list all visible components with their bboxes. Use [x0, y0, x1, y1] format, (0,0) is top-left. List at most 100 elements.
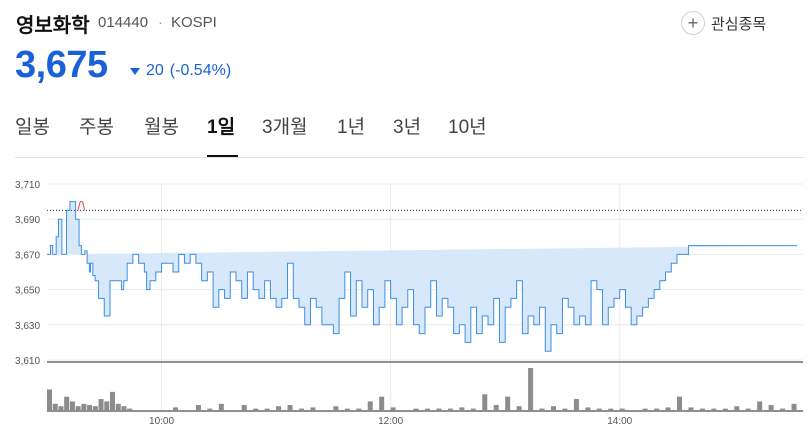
- price-line-up: [77, 201, 86, 211]
- volume-bar: [482, 394, 488, 411]
- volume-bar: [608, 408, 614, 411]
- volume-bar: [344, 408, 350, 411]
- tab-monthly[interactable]: 월봉: [144, 112, 179, 139]
- tab-10years[interactable]: 10년: [448, 112, 487, 139]
- volume-bar: [98, 399, 104, 411]
- volume-bar: [573, 399, 579, 411]
- volume-bar: [195, 405, 201, 411]
- y-tick-label: 3,650: [15, 286, 40, 297]
- volume-bar: [218, 403, 224, 411]
- current-price: 3,675: [15, 44, 108, 86]
- volume-bar: [562, 408, 568, 411]
- divider: [15, 157, 804, 158]
- volume-bar: [585, 407, 591, 411]
- volume-bar: [58, 406, 64, 411]
- price-fill: [47, 201, 798, 352]
- y-axis-ticks: 3,710 3,690 3,670 3,650 3,630 3,610: [15, 180, 40, 367]
- volume-bar: [75, 406, 81, 411]
- volume-bar: [516, 406, 522, 411]
- favorite-label: 관심종목: [711, 15, 767, 33]
- volume-bar: [528, 368, 534, 411]
- volume-bar: [207, 408, 213, 411]
- change-percent: (-0.54%): [169, 62, 232, 79]
- volume-bar: [379, 396, 385, 411]
- stock-code: 014440: [98, 14, 149, 31]
- volume-bar: [654, 408, 660, 411]
- volume-bar: [619, 408, 625, 411]
- volume-bar: [596, 408, 602, 411]
- volume-bar: [493, 405, 499, 411]
- x-tick-label: 10:00: [149, 416, 174, 427]
- volume-bar: [780, 408, 786, 411]
- volume-bar: [505, 396, 511, 411]
- volume-bar: [699, 408, 705, 411]
- price-change: 20 (-0.54%): [130, 62, 231, 80]
- volume-bar: [734, 406, 740, 411]
- volume-bar: [436, 408, 442, 411]
- volume-bar: [333, 406, 339, 411]
- price-area: [47, 201, 803, 352]
- volume-bar: [110, 391, 115, 411]
- volume-bar: [367, 401, 373, 411]
- volume-bar: [447, 408, 453, 411]
- volume-bar: [413, 408, 419, 411]
- y-tick-label: 3,710: [15, 180, 40, 191]
- y-tick-label: 3,610: [15, 356, 40, 367]
- volume-bar: [92, 406, 98, 411]
- volume-bars: [47, 368, 797, 411]
- x-tick-label: 14:00: [607, 416, 632, 427]
- volume-bar: [757, 401, 763, 411]
- x-tick-label: 12:00: [378, 416, 403, 427]
- volume-bar: [287, 405, 293, 411]
- volume-bar: [241, 405, 247, 411]
- volume-bar: [69, 401, 75, 411]
- volume-bar: [390, 407, 396, 411]
- tab-daily[interactable]: 일봉: [15, 112, 50, 139]
- volume-bar: [87, 405, 93, 411]
- y-tick-label: 3,630: [15, 321, 40, 332]
- volume-bar: [64, 396, 70, 411]
- volume-bar: [470, 408, 476, 411]
- volume-bar: [127, 408, 133, 411]
- volume-bar: [677, 396, 682, 411]
- tab-weekly[interactable]: 주봉: [79, 112, 114, 139]
- volume-bar: [104, 401, 110, 411]
- volume-bar: [642, 408, 648, 411]
- volume-bar: [276, 406, 282, 411]
- volume-bar: [121, 406, 127, 411]
- change-amount: 20: [146, 62, 164, 79]
- tab-3months[interactable]: 3개월: [262, 112, 308, 139]
- volume-bar: [115, 403, 121, 411]
- volume-bar: [356, 408, 362, 411]
- volume-bar: [722, 408, 728, 411]
- volume-bar: [310, 407, 316, 411]
- x-axis-ticks: 10:00 12:00 14:00: [149, 416, 633, 427]
- stock-name: 영보화학: [16, 15, 90, 37]
- tab-1year[interactable]: 1년: [337, 112, 365, 139]
- volume-bar: [264, 408, 270, 411]
- volume-bar: [47, 389, 52, 411]
- volume-bar: [81, 403, 87, 411]
- volume-bar: [711, 408, 717, 411]
- volume-bar: [52, 403, 58, 411]
- tab-3years[interactable]: 3년: [393, 112, 421, 139]
- add-favorite-button[interactable]: + 관심종목: [681, 10, 766, 36]
- volume-bar: [459, 407, 465, 411]
- y-tick-label: 3,670: [15, 250, 40, 261]
- tab-1day[interactable]: 1일: [207, 112, 235, 139]
- market-name: KOSPI: [171, 14, 217, 31]
- y-tick-label: 3,690: [15, 215, 40, 226]
- intraday-chart[interactable]: 3,710 3,690 3,670 3,650 3,630 3,610 10:00 12:0…: [0, 170, 811, 435]
- volume-bar: [768, 405, 774, 411]
- down-arrow-icon: [130, 67, 140, 75]
- volume-bar: [665, 407, 671, 411]
- volume-bar: [745, 408, 751, 411]
- volume-bar: [425, 408, 430, 411]
- plus-icon: +: [681, 11, 705, 35]
- volume-bar: [551, 406, 556, 411]
- volume-bar: [688, 407, 694, 411]
- volume-bar: [539, 408, 545, 411]
- volume-bar: [173, 407, 178, 411]
- separator-dot: ·: [158, 14, 163, 31]
- volume-bar: [253, 408, 259, 411]
